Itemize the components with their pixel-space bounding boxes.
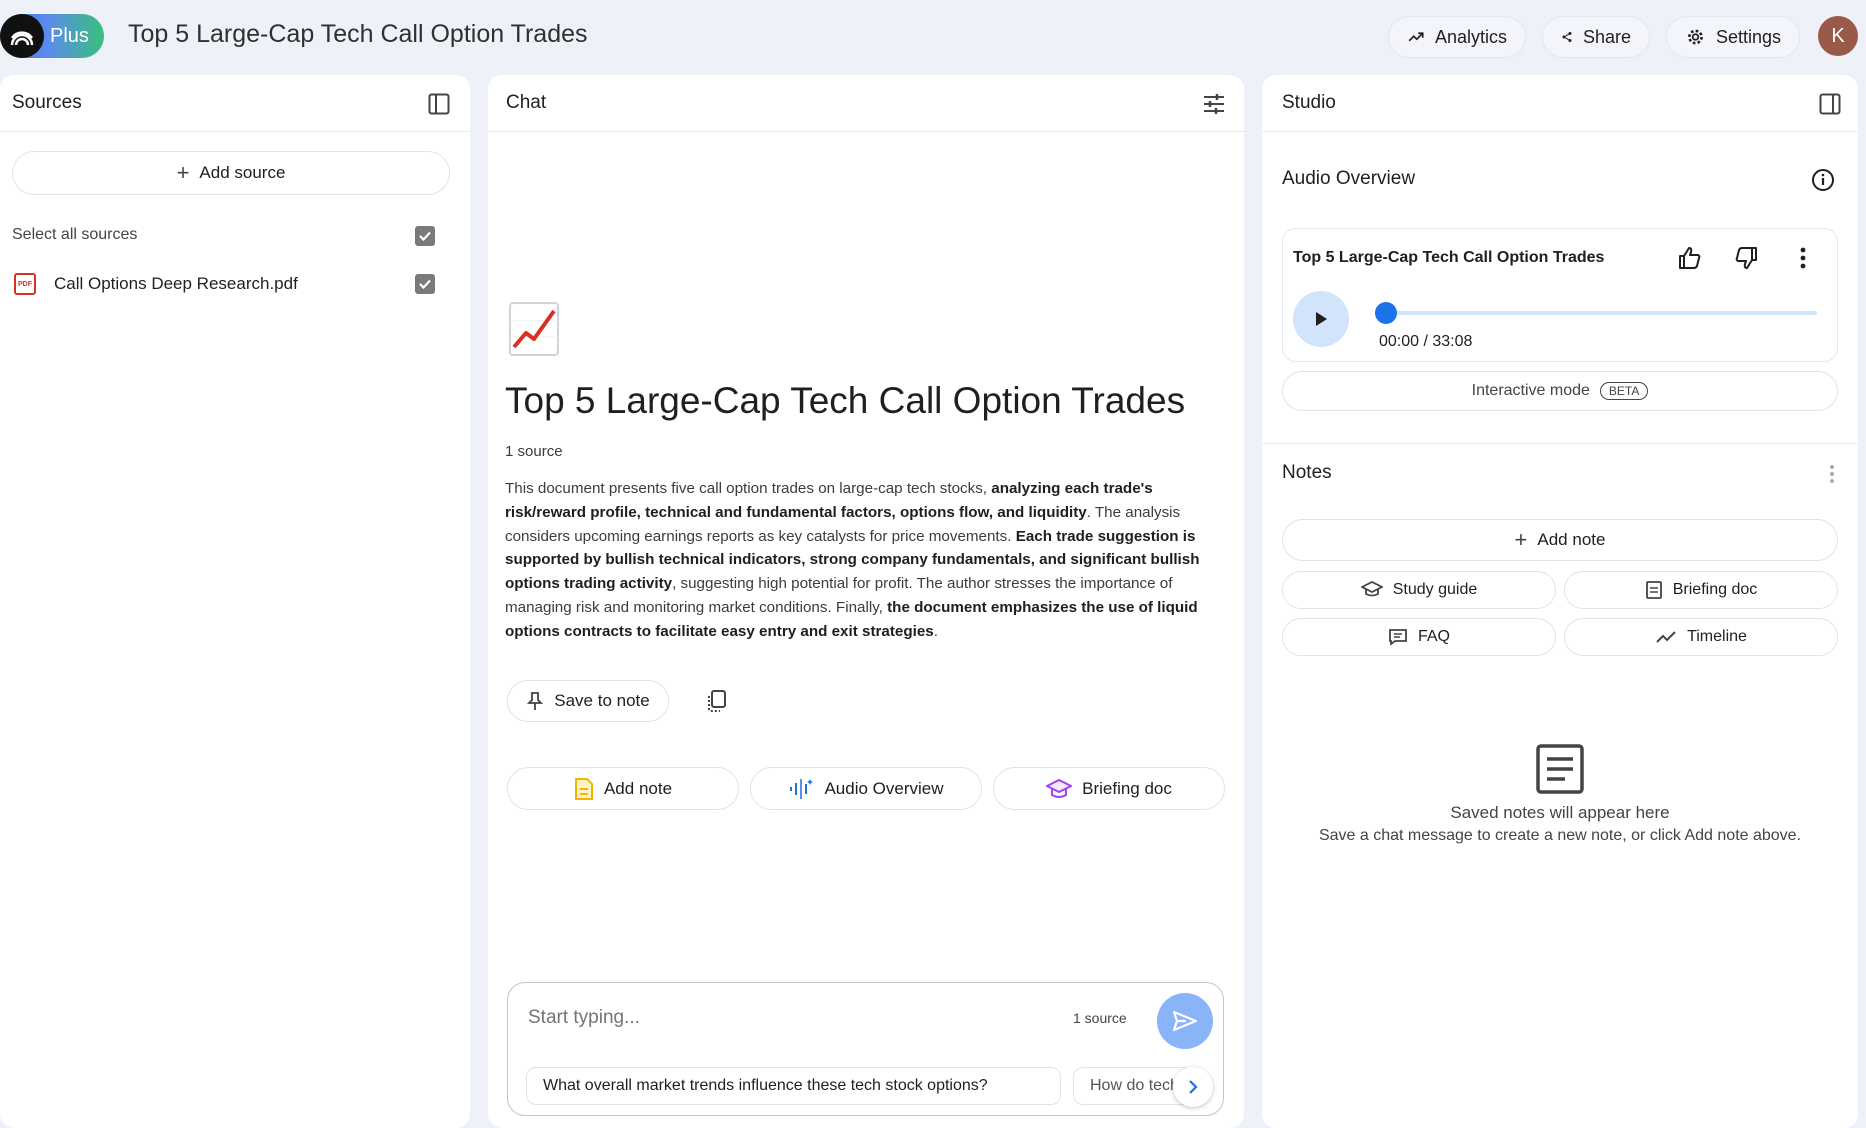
interactive-mode-label: Interactive mode [1471, 382, 1590, 399]
add-source-label: Add source [199, 163, 286, 182]
play-icon [1316, 312, 1327, 326]
gear-icon [1688, 29, 1703, 45]
notebook-logo-icon [0, 14, 44, 58]
audio-progress-track[interactable] [1375, 302, 1817, 324]
studio-title: Studio [1282, 92, 1336, 113]
notes-title: Notes [1282, 462, 1332, 483]
list-item[interactable]: PDF Call Options Deep Research.pdf [0, 265, 470, 303]
suggestion-text: What overall market trends influence the… [543, 1077, 988, 1094]
chevron-right-icon [1189, 1080, 1198, 1094]
notebook-title[interactable]: Top 5 Large-Cap Tech Call Option Trades [128, 20, 588, 49]
briefing-doc-label: Briefing doc [1082, 778, 1172, 798]
add-source-button[interactable]: + Add source [12, 151, 450, 195]
audio-overview-button[interactable]: Audio Overview [750, 767, 982, 810]
save-to-note-label: Save to note [554, 691, 650, 710]
sources-title: Sources [12, 92, 82, 113]
empty-notes-title: Saved notes will appear here [1450, 803, 1670, 822]
study-guide-label: Study guide [1392, 581, 1478, 598]
source-count: 1 source [505, 443, 563, 460]
divider [1262, 443, 1858, 444]
beta-badge: BETA [1599, 382, 1649, 400]
avatar[interactable]: K [1818, 16, 1858, 56]
interactive-mode-button[interactable]: Interactive mode BETA [1282, 371, 1838, 411]
document-title: Top 5 Large-Cap Tech Call Option Trades [505, 380, 1186, 421]
send-icon [1172, 1010, 1198, 1032]
plan-badge: Plus [50, 25, 89, 47]
chat-composer: 1 source What overall market trends infl… [507, 982, 1224, 1116]
analytics-label: Analytics [1434, 26, 1507, 47]
studio-header: Studio [1262, 75, 1858, 132]
chat-title: Chat [506, 92, 547, 113]
audio-waveform-icon [790, 778, 814, 799]
timeline-button[interactable]: Timeline [1564, 618, 1838, 656]
audio-overview-label: Audio Overview [824, 778, 944, 798]
source-checkbox[interactable] [415, 274, 435, 294]
info-icon[interactable] [1809, 166, 1837, 194]
empty-notes-subtitle: Save a chat message to create a new note… [1318, 827, 1802, 844]
settings-label: Settings [1715, 26, 1781, 47]
add-note-button[interactable]: Add note [507, 767, 739, 810]
audio-time: 00:00 / 33:08 [1379, 333, 1473, 350]
suggestion-text: How do tech [1090, 1077, 1179, 1094]
chat-bubble-icon [1389, 629, 1407, 646]
faq-button[interactable]: FAQ [1282, 618, 1556, 656]
play-button[interactable] [1293, 291, 1349, 347]
suggestion-chip[interactable]: What overall market trends influence the… [526, 1067, 1061, 1105]
more-vert-icon[interactable] [1822, 460, 1842, 488]
settings-button[interactable]: Settings [1666, 16, 1800, 58]
tune-icon[interactable] [1200, 90, 1228, 118]
briefing-doc-button[interactable]: Briefing doc [993, 767, 1225, 810]
audio-card: Top 5 Large-Cap Tech Call Option Trades … [1282, 228, 1838, 362]
source-name: Call Options Deep Research.pdf [54, 274, 298, 293]
more-vert-icon[interactable] [1791, 243, 1815, 273]
app-logo[interactable]: Plus [0, 14, 104, 58]
audio-progress-thumb[interactable] [1375, 302, 1397, 324]
sources-header: Sources [0, 75, 470, 132]
graduation-cap-icon [1360, 581, 1383, 597]
add-note-button[interactable]: + Add note [1282, 519, 1838, 561]
audio-card-title: Top 5 Large-Cap Tech Call Option Trades [1293, 249, 1605, 266]
document-icon [1645, 581, 1662, 599]
study-guide-button[interactable]: Study guide [1282, 571, 1556, 609]
timeline-icon [1656, 631, 1676, 643]
notes-placeholder-icon [1534, 743, 1586, 795]
graduation-cap-icon [1046, 778, 1073, 798]
select-all-label: Select all sources [12, 226, 138, 243]
briefing-doc-button[interactable]: Briefing doc [1564, 571, 1838, 609]
chat-input[interactable] [526, 1001, 1030, 1035]
pdf-file-icon: PDF [14, 273, 36, 295]
faq-label: FAQ [1417, 628, 1450, 645]
timeline-label: Timeline [1687, 628, 1747, 645]
briefing-doc-label: Briefing doc [1672, 581, 1758, 598]
thumbs-up-icon[interactable] [1675, 243, 1705, 273]
chart-increasing-icon [508, 301, 560, 357]
chat-header: Chat [488, 75, 1244, 132]
pin-icon [527, 692, 544, 710]
share-icon [1562, 32, 1572, 42]
analytics-button[interactable]: Analytics [1388, 16, 1526, 58]
save-to-note-button[interactable]: Save to note [507, 680, 669, 722]
studio-panel: Studio Audio Overview Top 5 Large-Cap Te… [1262, 75, 1858, 1128]
send-button[interactable] [1157, 993, 1213, 1049]
sources-panel: Sources + Add source Select all sources … [0, 75, 470, 1128]
plus-icon: + [176, 160, 190, 185]
pdf-badge-text: PDF [18, 280, 32, 288]
share-label: Share [1582, 26, 1631, 47]
plus-icon: + [1514, 527, 1528, 552]
document-summary: This document presents five call option … [505, 480, 1200, 640]
copy-icon[interactable] [702, 686, 732, 716]
share-button[interactable]: Share [1542, 16, 1650, 58]
trending-up-icon [1408, 32, 1424, 42]
audio-overview-heading: Audio Overview [1282, 168, 1416, 189]
add-note-label: Add note [603, 778, 673, 798]
collapse-panel-icon[interactable] [1816, 90, 1844, 118]
collapse-panel-icon[interactable] [425, 90, 453, 118]
suggestions-next-button[interactable] [1173, 1067, 1213, 1107]
add-note-label: Add note [1537, 530, 1606, 549]
note-icon [574, 777, 593, 800]
top-bar: Plus Top 5 Large-Cap Tech Call Option Tr… [0, 0, 1866, 72]
thumbs-down-icon[interactable] [1731, 243, 1761, 273]
select-all-checkbox[interactable] [415, 226, 435, 246]
input-source-count: 1 source [1073, 1010, 1127, 1026]
